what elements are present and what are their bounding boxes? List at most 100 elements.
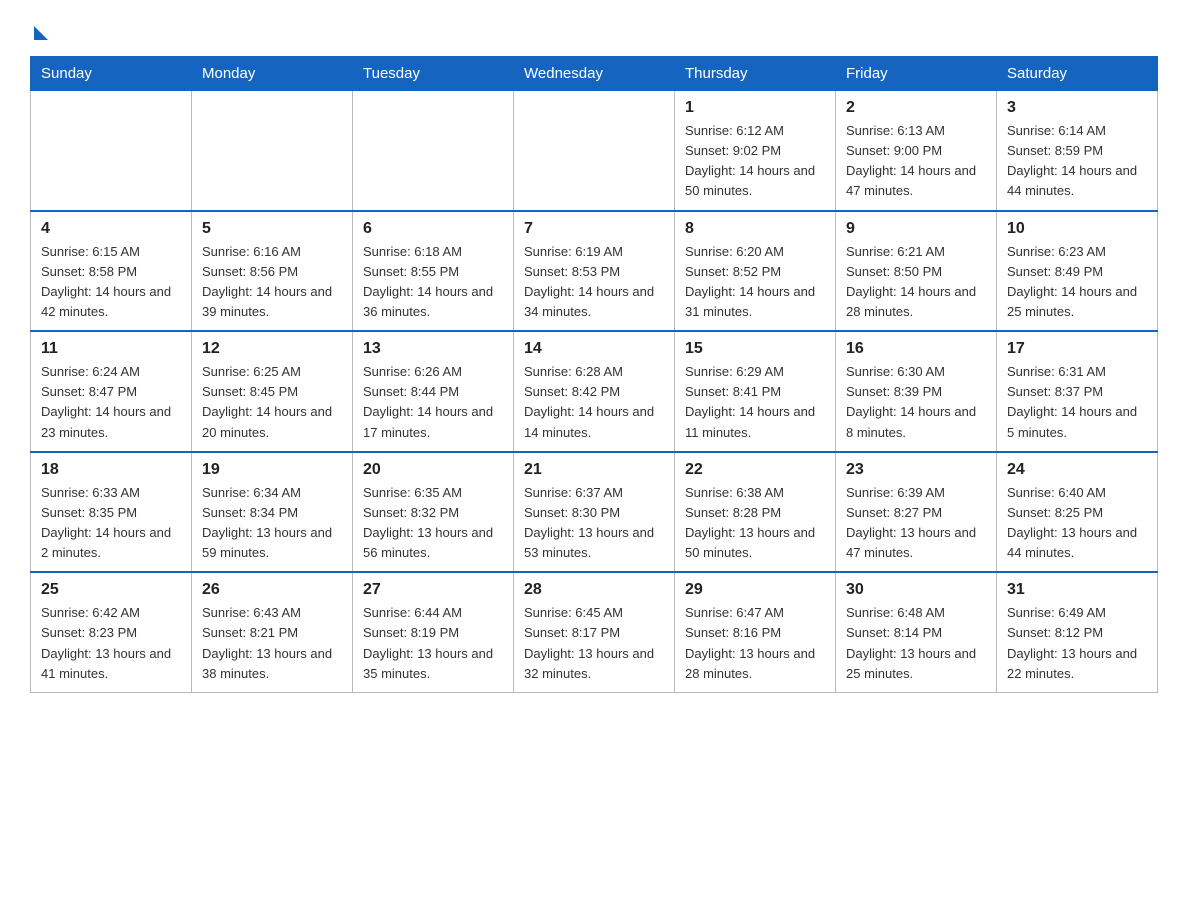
calendar-cell-w5-d1: 25 Sunrise: 6:42 AMSunset: 8:23 PMDayligh… bbox=[31, 572, 192, 692]
day-info: Sunrise: 6:29 AMSunset: 8:41 PMDaylight:… bbox=[685, 362, 825, 443]
page-header bbox=[30, 24, 1158, 38]
day-number: 28 bbox=[524, 581, 664, 599]
calendar-cell-w3-d7: 17 Sunrise: 6:31 AMSunset: 8:37 PMDayligh… bbox=[997, 331, 1158, 452]
day-info: Sunrise: 6:20 AMSunset: 8:52 PMDaylight:… bbox=[685, 242, 825, 323]
calendar-cell-w2-d3: 6Sunrise: 6:18 AMSunset: 8:55 PMDaylight… bbox=[353, 211, 514, 332]
weekday-header-tuesday: Tuesday bbox=[353, 57, 514, 91]
calendar-cell-w2-d4: 7 Sunrise: 6:19 AMSunset: 8:53 PMDaylight… bbox=[514, 211, 675, 332]
day-info: Sunrise: 6:12 AMSunset: 9:02 PMDaylight:… bbox=[685, 121, 825, 202]
day-number: 26 bbox=[202, 581, 342, 599]
day-info: Sunrise: 6:25 AMSunset: 8:45 PMDaylight:… bbox=[202, 362, 342, 443]
day-info: Sunrise: 6:21 AMSunset: 8:50 PMDaylight:… bbox=[846, 242, 986, 323]
day-number: 7 bbox=[524, 220, 664, 238]
day-info: Sunrise: 6:15 AMSunset: 8:58 PMDaylight:… bbox=[41, 242, 181, 323]
day-number: 25 bbox=[41, 581, 181, 599]
day-number: 14 bbox=[524, 340, 664, 358]
day-info: Sunrise: 6:23 AMSunset: 8:49 PMDaylight:… bbox=[1007, 242, 1147, 323]
calendar-cell-w2-d5: 8 Sunrise: 6:20 AMSunset: 8:52 PMDaylight… bbox=[675, 211, 836, 332]
day-info: Sunrise: 6:49 AMSunset: 8:12 PMDaylight:… bbox=[1007, 603, 1147, 684]
day-number: 5 bbox=[202, 220, 342, 238]
day-number: 6 bbox=[363, 220, 503, 238]
day-info: Sunrise: 6:24 AMSunset: 8:47 PMDaylight:… bbox=[41, 362, 181, 443]
day-info: Sunrise: 6:30 AMSunset: 8:39 PMDaylight:… bbox=[846, 362, 986, 443]
day-info: Sunrise: 6:45 AMSunset: 8:17 PMDaylight:… bbox=[524, 603, 664, 684]
calendar-cell-w5-d2: 26 Sunrise: 6:43 AMSunset: 8:21 PMDayligh… bbox=[192, 572, 353, 692]
calendar-cell-w4-d7: 24 Sunrise: 6:40 AMSunset: 8:25 PMDayligh… bbox=[997, 452, 1158, 573]
day-number: 4 bbox=[41, 220, 181, 238]
day-info: Sunrise: 6:38 AMSunset: 8:28 PMDaylight:… bbox=[685, 483, 825, 564]
calendar-cell-w1-d3 bbox=[353, 91, 514, 211]
calendar-cell-w5-d4: 28 Sunrise: 6:45 AMSunset: 8:17 PMDayligh… bbox=[514, 572, 675, 692]
calendar-cell-w1-d4 bbox=[514, 91, 675, 211]
calendar-cell-w5-d6: 30Sunrise: 6:48 AMSunset: 8:14 PMDayligh… bbox=[836, 572, 997, 692]
calendar-cell-w5-d5: 29 Sunrise: 6:47 AMSunset: 8:16 PMDayligh… bbox=[675, 572, 836, 692]
week-row-3: 11Sunrise: 6:24 AMSunset: 8:47 PMDayligh… bbox=[31, 331, 1158, 452]
day-info: Sunrise: 6:19 AMSunset: 8:53 PMDaylight:… bbox=[524, 242, 664, 323]
day-number: 9 bbox=[846, 220, 986, 238]
calendar-cell-w3-d4: 14 Sunrise: 6:28 AMSunset: 8:42 PMDayligh… bbox=[514, 331, 675, 452]
calendar-cell-w4-d2: 19Sunrise: 6:34 AMSunset: 8:34 PMDayligh… bbox=[192, 452, 353, 573]
calendar-cell-w3-d1: 11Sunrise: 6:24 AMSunset: 8:47 PMDayligh… bbox=[31, 331, 192, 452]
day-info: Sunrise: 6:42 AMSunset: 8:23 PMDaylight:… bbox=[41, 603, 181, 684]
day-info: Sunrise: 6:31 AMSunset: 8:37 PMDaylight:… bbox=[1007, 362, 1147, 443]
calendar-cell-w4-d5: 22Sunrise: 6:38 AMSunset: 8:28 PMDayligh… bbox=[675, 452, 836, 573]
day-number: 17 bbox=[1007, 340, 1147, 358]
day-number: 29 bbox=[685, 581, 825, 599]
calendar-cell-w3-d5: 15 Sunrise: 6:29 AMSunset: 8:41 PMDayligh… bbox=[675, 331, 836, 452]
calendar-cell-w2-d1: 4 Sunrise: 6:15 AMSunset: 8:58 PMDaylight… bbox=[31, 211, 192, 332]
calendar-cell-w1-d1 bbox=[31, 91, 192, 211]
day-info: Sunrise: 6:35 AMSunset: 8:32 PMDaylight:… bbox=[363, 483, 503, 564]
calendar-cell-w2-d6: 9 Sunrise: 6:21 AMSunset: 8:50 PMDaylight… bbox=[836, 211, 997, 332]
calendar-cell-w4-d3: 20 Sunrise: 6:35 AMSunset: 8:32 PMDayligh… bbox=[353, 452, 514, 573]
day-info: Sunrise: 6:39 AMSunset: 8:27 PMDaylight:… bbox=[846, 483, 986, 564]
calendar-cell-w3-d3: 13Sunrise: 6:26 AMSunset: 8:44 PMDayligh… bbox=[353, 331, 514, 452]
calendar-cell-w5-d3: 27Sunrise: 6:44 AMSunset: 8:19 PMDayligh… bbox=[353, 572, 514, 692]
day-number: 24 bbox=[1007, 461, 1147, 479]
day-number: 15 bbox=[685, 340, 825, 358]
day-number: 10 bbox=[1007, 220, 1147, 238]
week-row-4: 18 Sunrise: 6:33 AMSunset: 8:35 PMDayligh… bbox=[31, 452, 1158, 573]
day-info: Sunrise: 6:26 AMSunset: 8:44 PMDaylight:… bbox=[363, 362, 503, 443]
calendar-cell-w1-d7: 3 Sunrise: 6:14 AMSunset: 8:59 PMDaylight… bbox=[997, 91, 1158, 211]
day-number: 2 bbox=[846, 99, 986, 117]
day-number: 23 bbox=[846, 461, 986, 479]
logo-arrow-icon bbox=[34, 26, 48, 40]
day-number: 21 bbox=[524, 461, 664, 479]
calendar-cell-w1-d6: 2Sunrise: 6:13 AMSunset: 9:00 PMDaylight… bbox=[836, 91, 997, 211]
day-number: 18 bbox=[41, 461, 181, 479]
day-number: 31 bbox=[1007, 581, 1147, 599]
calendar-cell-w4-d1: 18 Sunrise: 6:33 AMSunset: 8:35 PMDayligh… bbox=[31, 452, 192, 573]
weekday-header-row: SundayMondayTuesdayWednesdayThursdayFrid… bbox=[31, 57, 1158, 91]
day-info: Sunrise: 6:40 AMSunset: 8:25 PMDaylight:… bbox=[1007, 483, 1147, 564]
calendar-cell-w3-d6: 16 Sunrise: 6:30 AMSunset: 8:39 PMDayligh… bbox=[836, 331, 997, 452]
calendar-cell-w5-d7: 31 Sunrise: 6:49 AMSunset: 8:12 PMDayligh… bbox=[997, 572, 1158, 692]
day-number: 1 bbox=[685, 99, 825, 117]
calendar-cell-w2-d7: 10 Sunrise: 6:23 AMSunset: 8:49 PMDayligh… bbox=[997, 211, 1158, 332]
weekday-header-friday: Friday bbox=[836, 57, 997, 91]
weekday-header-thursday: Thursday bbox=[675, 57, 836, 91]
day-info: Sunrise: 6:43 AMSunset: 8:21 PMDaylight:… bbox=[202, 603, 342, 684]
calendar-cell-w3-d2: 12 Sunrise: 6:25 AMSunset: 8:45 PMDayligh… bbox=[192, 331, 353, 452]
weekday-header-sunday: Sunday bbox=[31, 57, 192, 91]
calendar-cell-w1-d2 bbox=[192, 91, 353, 211]
day-number: 3 bbox=[1007, 99, 1147, 117]
day-number: 27 bbox=[363, 581, 503, 599]
calendar-table: SundayMondayTuesdayWednesdayThursdayFrid… bbox=[30, 56, 1158, 693]
week-row-2: 4 Sunrise: 6:15 AMSunset: 8:58 PMDaylight… bbox=[31, 211, 1158, 332]
day-number: 16 bbox=[846, 340, 986, 358]
calendar-cell-w1-d5: 1 Sunrise: 6:12 AMSunset: 9:02 PMDaylight… bbox=[675, 91, 836, 211]
day-number: 12 bbox=[202, 340, 342, 358]
day-info: Sunrise: 6:47 AMSunset: 8:16 PMDaylight:… bbox=[685, 603, 825, 684]
day-info: Sunrise: 6:33 AMSunset: 8:35 PMDaylight:… bbox=[41, 483, 181, 564]
week-row-1: 1 Sunrise: 6:12 AMSunset: 9:02 PMDaylight… bbox=[31, 91, 1158, 211]
day-info: Sunrise: 6:37 AMSunset: 8:30 PMDaylight:… bbox=[524, 483, 664, 564]
day-number: 20 bbox=[363, 461, 503, 479]
week-row-5: 25 Sunrise: 6:42 AMSunset: 8:23 PMDayligh… bbox=[31, 572, 1158, 692]
day-info: Sunrise: 6:48 AMSunset: 8:14 PMDaylight:… bbox=[846, 603, 986, 684]
day-number: 8 bbox=[685, 220, 825, 238]
day-info: Sunrise: 6:14 AMSunset: 8:59 PMDaylight:… bbox=[1007, 121, 1147, 202]
logo bbox=[30, 24, 48, 38]
day-info: Sunrise: 6:16 AMSunset: 8:56 PMDaylight:… bbox=[202, 242, 342, 323]
weekday-header-monday: Monday bbox=[192, 57, 353, 91]
day-info: Sunrise: 6:28 AMSunset: 8:42 PMDaylight:… bbox=[524, 362, 664, 443]
